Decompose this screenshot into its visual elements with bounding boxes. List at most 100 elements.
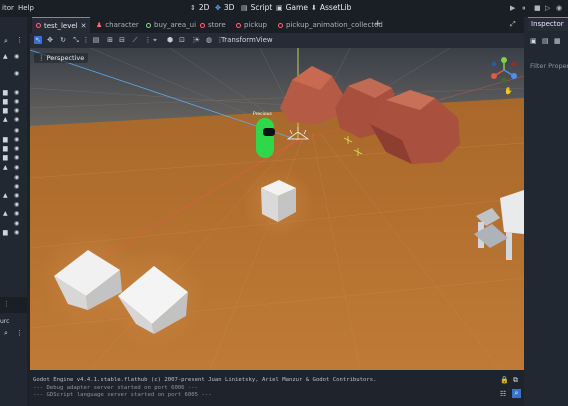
- scene-row[interactable]: ▲ ◉: [2, 53, 24, 61]
- scene-row[interactable]: ▆ ◉: [2, 98, 24, 106]
- viewport-toolbar: ↖ ✥ ↻ ⤡ ⋮ ▤ ⊞ ⊟ ⟋ ⋮ ⌖ ⬢ ⊡ ⋮ ☀ ◍ ⋮ Transf…: [30, 33, 524, 48]
- select-tool-icon[interactable]: ↖: [34, 36, 42, 44]
- filter-properties-input[interactable]: Filter Propert: [530, 62, 568, 70]
- menu-editor[interactable]: itor: [2, 4, 14, 12]
- character-capsule: [256, 118, 275, 158]
- menu-help[interactable]: Help: [18, 4, 34, 12]
- visibility-eye-icon[interactable]: ◉: [14, 107, 19, 114]
- scene-row[interactable]: ▲ ◉: [2, 192, 24, 200]
- script-icon: ▆: [3, 136, 8, 143]
- orientation-gizmo[interactable]: [490, 56, 518, 84]
- scene-row[interactable]: ▆ ◉: [2, 154, 24, 162]
- scene-row[interactable]: ▆ ◉: [2, 229, 24, 237]
- script-icon: ▲: [3, 116, 8, 123]
- stop-icon[interactable]: ■: [534, 4, 541, 12]
- workspace-3d[interactable]: ✥ 3D: [215, 3, 234, 12]
- list-select-icon[interactable]: ▤: [92, 36, 100, 44]
- distraction-free-icon[interactable]: ⤢: [510, 20, 516, 29]
- group-icon[interactable]: ⊟: [118, 36, 126, 44]
- environment-icon[interactable]: ◍: [205, 36, 213, 44]
- visibility-eye-icon[interactable]: ◉: [14, 210, 19, 217]
- movie-icon[interactable]: ◉: [556, 4, 562, 12]
- rotate-tool-icon[interactable]: ↻: [59, 36, 67, 44]
- menu-dots-icon[interactable]: ⋮: [16, 329, 23, 337]
- scene-row[interactable]: ▲ ◉: [2, 164, 24, 172]
- workspace-2d[interactable]: ⇕ 2D: [190, 3, 209, 12]
- scene-row[interactable]: ◉: [2, 201, 24, 209]
- lock-icon[interactable]: ⊞: [106, 36, 114, 44]
- visibility-eye-icon[interactable]: ◉: [14, 145, 19, 152]
- add-tab-icon[interactable]: +: [374, 19, 382, 29]
- camera-icon[interactable]: ⊡: [178, 36, 186, 44]
- close-icon[interactable]: ✕: [81, 22, 87, 30]
- grid-snap-icon[interactable]: ⬢: [166, 36, 174, 44]
- scene-ui-icon: [146, 22, 151, 28]
- visibility-eye-icon[interactable]: ◉: [14, 174, 19, 181]
- scene-row[interactable]: ▲ ◉: [2, 116, 24, 124]
- move-tool-icon[interactable]: ✥: [46, 36, 54, 44]
- 3d-viewport[interactable]: ⋮ Perspective Precious ✋: [30, 48, 524, 370]
- search-icon[interactable]: ⌕: [512, 389, 521, 398]
- scene-row[interactable]: ▆ ◉: [2, 107, 24, 115]
- workspace-script[interactable]: ▤ Script: [241, 3, 272, 12]
- lock-icon[interactable]: 🔒: [500, 376, 509, 384]
- workspace-game[interactable]: ▣ Game: [276, 3, 308, 12]
- filter-icon[interactable]: ☷: [500, 390, 506, 398]
- scene-row[interactable]: ▆ ◉: [2, 145, 24, 153]
- play-scene-icon[interactable]: ▷: [545, 4, 550, 12]
- menu-dots-icon[interactable]: ⋮: [16, 36, 23, 44]
- visibility-eye-icon[interactable]: ◉: [14, 192, 19, 199]
- tab-test-level[interactable]: test_level ✕: [32, 17, 91, 33]
- transform-menu[interactable]: Transform: [221, 36, 256, 44]
- visibility-eye-icon[interactable]: ◉: [14, 89, 19, 96]
- copy-icon[interactable]: ⧉: [513, 376, 518, 385]
- view-menu[interactable]: View: [256, 36, 273, 44]
- gizmo-hand-icon[interactable]: ✋: [504, 87, 513, 95]
- save-resource-icon[interactable]: ▦: [554, 37, 561, 45]
- scene-row[interactable]: ◉: [2, 70, 24, 78]
- scene-row[interactable]: ◉: [2, 127, 24, 135]
- inspector-tab[interactable]: Inspector: [528, 17, 568, 31]
- scene-row[interactable]: ◉: [2, 183, 24, 191]
- scene-row[interactable]: ◉: [2, 174, 24, 182]
- scene-row[interactable]: ▲ ◉: [2, 210, 24, 218]
- search-icon[interactable]: ⌕: [4, 329, 8, 338]
- visibility-eye-icon[interactable]: ◉: [14, 229, 19, 236]
- tab-buy-area-ui[interactable]: buy_area_ui: [142, 17, 200, 33]
- visibility-eye-icon[interactable]: ◉: [14, 201, 19, 208]
- visibility-eye-icon[interactable]: ◉: [14, 136, 19, 143]
- tab-store[interactable]: store: [196, 17, 230, 33]
- pause-icon[interactable]: ⏸: [522, 4, 526, 13]
- scene-row[interactable]: ▆ ◉: [2, 89, 24, 97]
- new-resource-icon[interactable]: ▣: [530, 37, 537, 45]
- visibility-eye-icon[interactable]: ◉: [14, 116, 19, 123]
- workspace-assetlib[interactable]: ⬇ AssetLib: [311, 3, 351, 12]
- tab-pickup-animation-collected[interactable]: pickup_animation_collected: [274, 17, 387, 33]
- search-icon[interactable]: ⌕: [4, 37, 8, 46]
- visibility-eye-icon[interactable]: ◉: [14, 98, 19, 105]
- selectable-tool-icon[interactable]: ⋮: [82, 36, 90, 44]
- open-resource-icon[interactable]: ▤: [542, 37, 549, 45]
- visibility-eye-icon[interactable]: ◉: [14, 154, 19, 161]
- perspective-menu[interactable]: ⋮ Perspective: [34, 53, 89, 63]
- visibility-eye-icon[interactable]: ◉: [14, 164, 19, 171]
- tab-character[interactable]: ♟ character: [92, 17, 143, 33]
- visibility-eye-icon[interactable]: ◉: [14, 70, 19, 77]
- ruler-icon[interactable]: ⟋: [131, 36, 139, 44]
- play-icon[interactable]: ▶: [510, 4, 515, 12]
- tab-pickup[interactable]: pickup: [232, 17, 271, 33]
- script-icon: ▲: [3, 164, 8, 171]
- scale-tool-icon[interactable]: ⤡: [72, 36, 80, 44]
- visibility-eye-icon[interactable]: ◉: [14, 53, 19, 60]
- local-space-icon[interactable]: ⌖: [151, 36, 159, 44]
- scene-row[interactable]: ▆ ◉: [2, 136, 24, 144]
- sun-icon[interactable]: ☀: [193, 36, 201, 44]
- visibility-eye-icon[interactable]: ◉: [14, 127, 19, 134]
- script-icon: ▆: [3, 154, 8, 161]
- script-icon: ▲: [3, 192, 8, 199]
- character-label: Precious: [253, 112, 272, 117]
- output-line: Godot Engine v4.4.1.stable.flathub (c) 2…: [33, 377, 377, 383]
- visibility-eye-icon[interactable]: ◉: [14, 220, 19, 227]
- scene-row[interactable]: ◉: [2, 220, 24, 228]
- visibility-eye-icon[interactable]: ◉: [14, 183, 19, 190]
